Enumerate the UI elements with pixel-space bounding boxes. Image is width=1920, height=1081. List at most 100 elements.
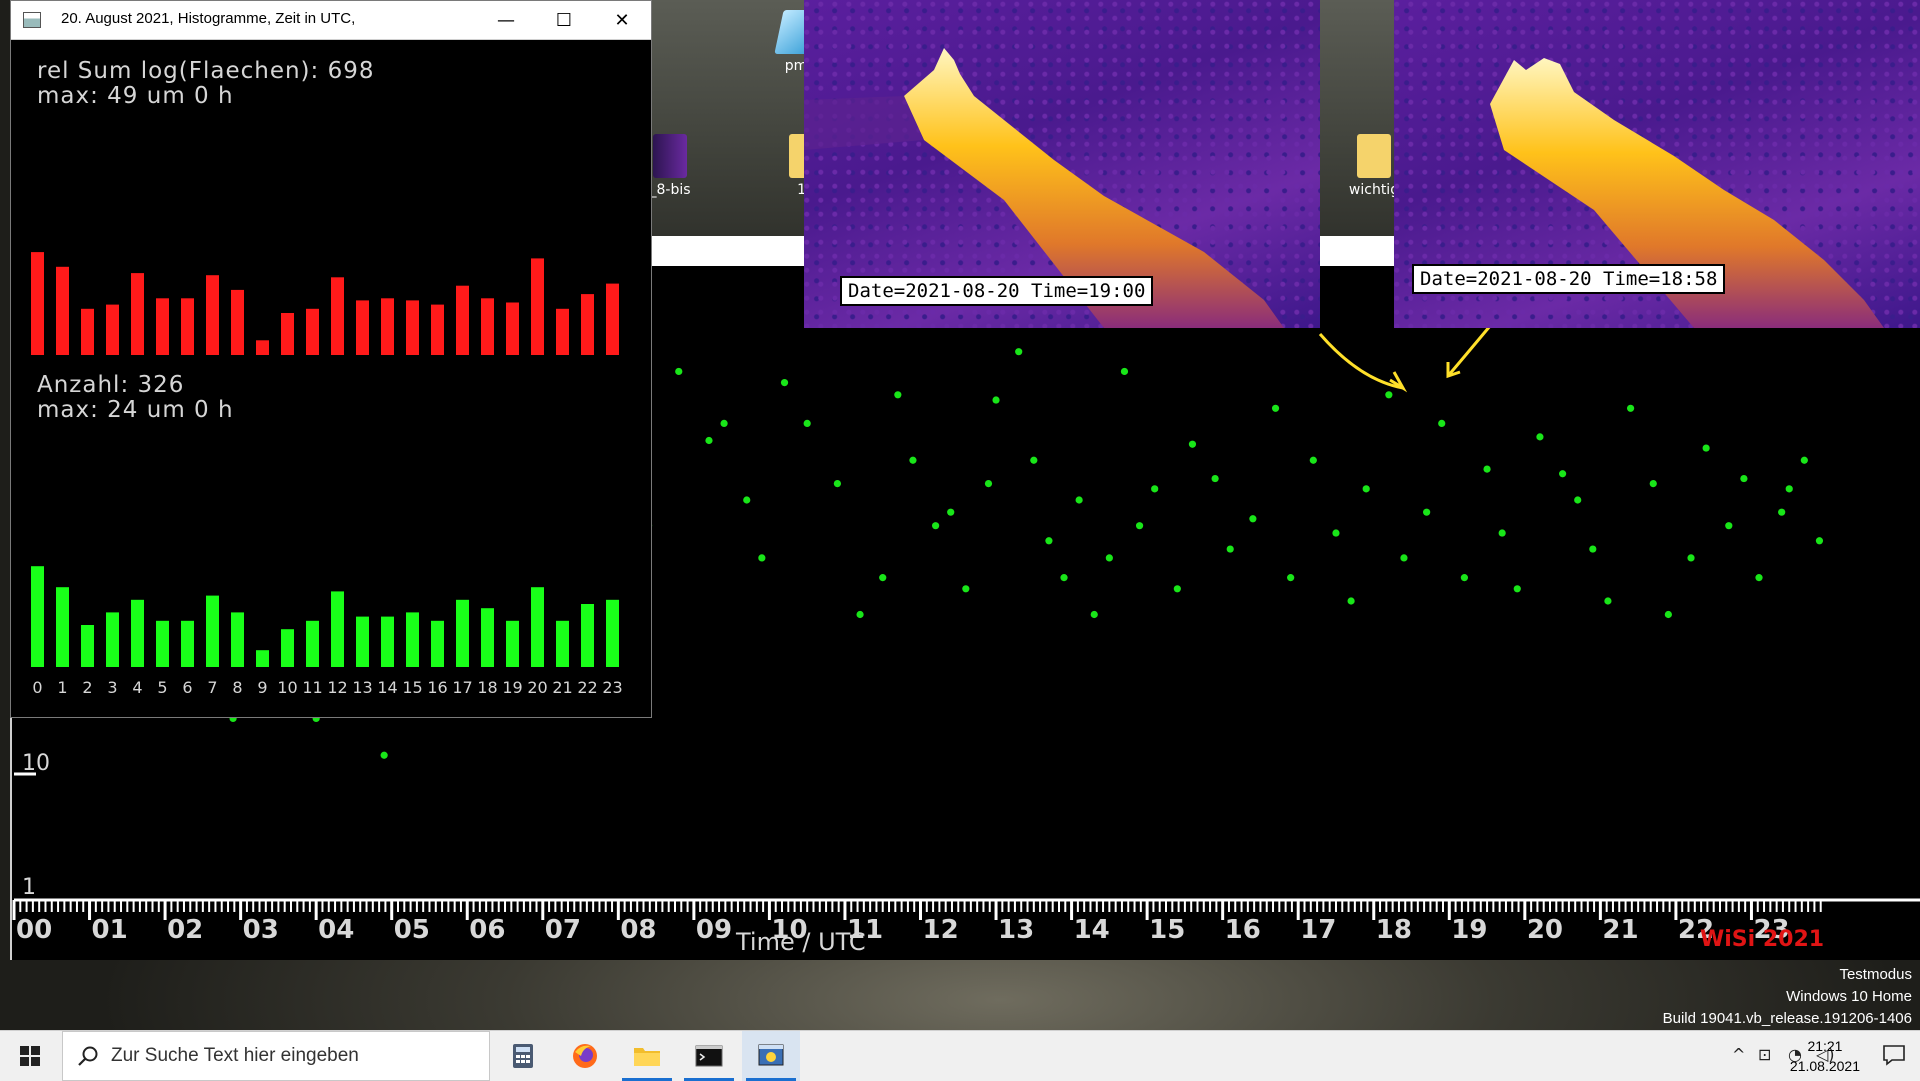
hour-label: 04 [318, 915, 354, 945]
minimize-button[interactable]: — [477, 1, 535, 39]
meteor-point [1460, 574, 1468, 582]
taskbar: Zur Suche Text hier eingeben ^ ⊡ ◔ ◁) 21… [0, 1030, 1920, 1081]
meteor-point [758, 554, 766, 562]
taskbar-app-firefox[interactable] [556, 1031, 614, 1081]
area-bar [481, 298, 494, 355]
meteor-point [1687, 554, 1695, 562]
meteor-point [1309, 456, 1317, 464]
count-bar [131, 599, 144, 667]
hour-label: 07 [545, 915, 581, 945]
area-bar [106, 304, 119, 355]
notification-icon[interactable] [1882, 1044, 1906, 1066]
hour-label: 06 [469, 915, 505, 945]
spectrogram-timestamp: Date=2021-08-20 Time=19:00 [840, 276, 1154, 306]
meteor-point [1664, 610, 1672, 619]
area-bar [606, 283, 619, 355]
meteor-point [1090, 610, 1098, 619]
meteor-point [1574, 496, 1582, 504]
close-button[interactable]: ✕ [593, 1, 651, 39]
meteor-point [1188, 440, 1197, 448]
count-bar [606, 599, 619, 667]
meteor-point [947, 508, 955, 516]
area-bar [256, 340, 269, 355]
x-axis-title: Time / UTC [735, 928, 866, 956]
meteor-point [1015, 348, 1023, 356]
watermark-line: Testmodus [1839, 966, 1912, 983]
taskbar-app-calculator[interactable] [494, 1031, 552, 1081]
hist-hour-label: 22 [577, 678, 597, 697]
count-bar [106, 612, 119, 667]
histogram-charts: 0 1 2 3 4 5 6 7 8 9 10 11 12 13 14 15 16 17 18 19 20 21 22 23 [31, 252, 623, 697]
network-adapter-icon[interactable]: ⊡ [1758, 1045, 1771, 1064]
hist-hour-label: 5 [157, 678, 167, 697]
hist-hour-label: 3 [107, 678, 117, 697]
hist-hour-label: 8 [232, 678, 242, 697]
y-tick-label-10: 10 [22, 751, 50, 776]
count-bar [456, 599, 469, 667]
window-titlebar[interactable]: 20. August 2021, Histogramme, Zeit in UT… [11, 1, 651, 40]
area-bar [331, 277, 344, 355]
terminal-icon [695, 1045, 723, 1067]
area-bar [381, 298, 394, 355]
desktop-icon-label: wichtig [1348, 182, 1400, 198]
search-placeholder: Zur Suche Text hier eingeben [111, 1045, 359, 1066]
hist-hour-label: 20 [527, 678, 547, 697]
area-bar [556, 308, 569, 355]
area-bar [206, 275, 219, 355]
hist-hour-label: 10 [277, 678, 297, 697]
meteor-point [962, 585, 970, 593]
maximize-button[interactable]: ☐ [535, 1, 593, 39]
meteor-point [1249, 515, 1257, 523]
area-bar [531, 258, 544, 355]
chevron-up-icon[interactable]: ^ [1732, 1045, 1745, 1064]
meteor-point [909, 456, 917, 464]
meteor-point [1135, 522, 1144, 530]
clock[interactable]: 21:21 21.08.2021 [1790, 1036, 1860, 1076]
taskbar-app-explorer[interactable] [618, 1031, 676, 1081]
count-bar [231, 612, 244, 667]
area-bar [31, 252, 44, 355]
meteor-point [1211, 474, 1219, 483]
count-bar [556, 620, 569, 667]
taskbar-app-terminal[interactable] [680, 1031, 738, 1081]
hour-label: 00 [16, 915, 52, 945]
search-box[interactable]: Zur Suche Text hier eingeben [62, 1031, 490, 1081]
hist-hour-label: 2 [82, 678, 92, 697]
hist-hour-label: 17 [452, 678, 472, 697]
area-bar [156, 298, 169, 355]
hist-hour-label: 16 [427, 678, 447, 697]
area-bar [406, 300, 419, 355]
spectrogram-right: Date=2021-08-20 Time=18:58 [1394, 0, 1920, 328]
start-button[interactable] [0, 1031, 60, 1081]
meteor-point [1173, 585, 1181, 593]
taskbar-app-python[interactable] [742, 1031, 800, 1081]
hour-label: 21 [1602, 915, 1638, 945]
count-bar [581, 604, 594, 667]
app-icon [23, 12, 41, 28]
meteor-point [1423, 508, 1431, 516]
area-bar [506, 302, 519, 355]
clock-date: 21.08.2021 [1789, 1058, 1860, 1074]
count-bar [206, 595, 219, 667]
hour-label: 18 [1376, 915, 1412, 945]
spectrogram-left: Date=2021-08-20 Time=19:00 [804, 0, 1320, 328]
count-bar [331, 591, 344, 667]
window-strip [650, 236, 805, 270]
hour-label: 12 [923, 915, 959, 945]
area-bar [456, 285, 469, 355]
meteor-point [1536, 433, 1544, 441]
area-histogram [31, 252, 619, 355]
hour-label: 14 [1074, 915, 1110, 945]
meteor-point [856, 610, 864, 619]
hist-hour-label: 6 [182, 678, 192, 697]
calculator-icon [513, 1044, 533, 1068]
desktop-icon-label: _8-bis [649, 182, 691, 198]
meteor-point [1400, 554, 1408, 562]
meteor-point [743, 496, 751, 504]
histogram-window[interactable]: 20. August 2021, Histogramme, Zeit in UT… [10, 0, 652, 718]
python-icon [758, 1044, 784, 1066]
meteor-point [720, 419, 728, 427]
count-bar [281, 629, 294, 667]
folder-icon [1357, 134, 1391, 178]
meteor-point [1362, 485, 1370, 493]
